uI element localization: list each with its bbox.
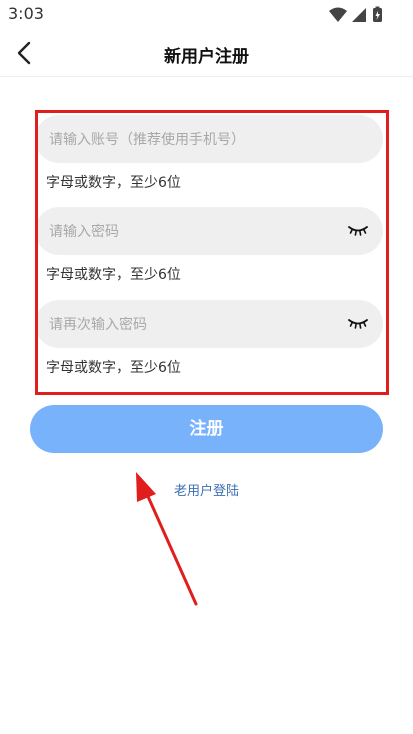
register-button[interactable]: 注册 [30,405,383,453]
status-bar: 3:03 [0,0,413,30]
status-time: 3:03 [8,4,44,23]
existing-user-login-link[interactable]: 老用户登陆 [0,480,413,499]
app-header: 新用户注册 [0,30,413,77]
status-icons [329,6,382,22]
wifi-icon [329,7,347,22]
signal-icon [352,8,366,22]
battery-icon [373,6,382,22]
page-title: 新用户注册 [164,47,249,67]
annotation-highlight-box [35,110,389,395]
